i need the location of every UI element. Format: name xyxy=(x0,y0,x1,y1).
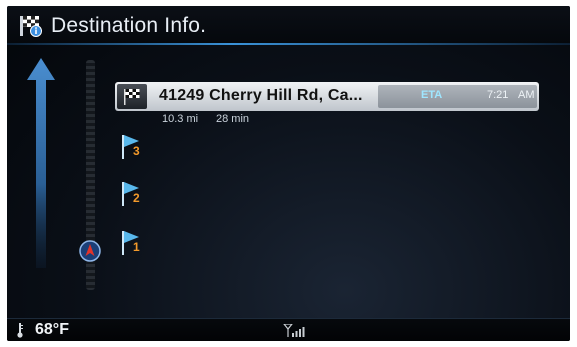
eta-time: 7:21 xyxy=(487,89,509,101)
waypoint-number: 3 xyxy=(133,144,140,158)
page-title: Destination Info. xyxy=(51,14,207,37)
signal-strength-icon xyxy=(283,324,305,337)
thermometer-icon xyxy=(17,323,23,338)
status-bar: 68°F xyxy=(7,318,570,341)
waypoint-3[interactable]: 3 xyxy=(121,134,145,160)
waypoint-2[interactable]: 2 xyxy=(121,181,145,207)
waypoint-number: 1 xyxy=(133,240,140,254)
waypoint-number: 2 xyxy=(133,191,140,205)
destination-address: 41249 Cherry Hill Rd, Ca... xyxy=(159,87,363,104)
waypoint-1[interactable]: 1 xyxy=(121,230,145,256)
eta-panel: ETA 7:21 AM xyxy=(378,85,537,108)
navigation-screen: Destination Info. 41249 Cherry Hill Rd, … xyxy=(7,6,570,341)
checkered-flag-icon xyxy=(117,84,147,109)
current-location-icon xyxy=(79,240,101,262)
destination-info-icon xyxy=(20,16,42,37)
duration-value: 28 min xyxy=(216,113,250,125)
eta-ampm: AM xyxy=(518,89,535,101)
distance-value: 10.3 mi xyxy=(162,113,199,125)
outside-temperature: 68°F xyxy=(35,321,69,338)
destination-row[interactable]: 41249 Cherry Hill Rd, Ca... ETA 7:21 AM xyxy=(115,82,539,111)
route-direction-arrow-icon xyxy=(27,58,55,268)
eta-label: ETA xyxy=(421,89,443,101)
header-divider xyxy=(7,43,570,45)
header-bar: Destination Info. xyxy=(7,6,570,44)
